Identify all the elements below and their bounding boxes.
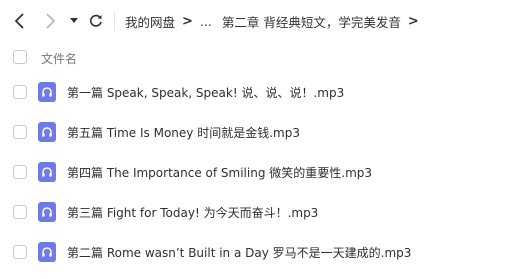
audio-file-icon (38, 242, 56, 262)
breadcrumb-separator: > (407, 13, 419, 29)
breadcrumb-root[interactable]: 我的网盘 (125, 12, 175, 31)
audio-file-icon (38, 202, 56, 222)
row-checkbox[interactable] (13, 85, 27, 99)
toolbar: 我的网盘 > ... 第二章 背经典短文，学完美发音 > (0, 0, 528, 42)
refresh-icon[interactable] (86, 11, 106, 31)
audio-file-icon (38, 82, 56, 102)
file-name[interactable]: 第三篇 Fight for Today! 为今天而奋斗！.mp3 (67, 204, 318, 221)
row-checkbox[interactable] (13, 125, 27, 139)
row-checkbox[interactable] (13, 165, 27, 179)
list-item[interactable]: 第一篇 Speak, Speak, Speak! 说、说、说！.mp3 (0, 72, 528, 112)
row-checkbox[interactable] (13, 205, 27, 219)
list-item[interactable]: 第四篇 The Importance of Smiling 微笑的重要性.mp3 (0, 152, 528, 192)
file-name[interactable]: 第四篇 The Importance of Smiling 微笑的重要性.mp3 (67, 164, 372, 181)
chevron-right-icon[interactable] (40, 11, 60, 31)
audio-file-icon (38, 122, 56, 142)
select-all-checkbox[interactable] (13, 50, 27, 64)
audio-file-icon (38, 162, 56, 182)
file-name[interactable]: 第一篇 Speak, Speak, Speak! 说、说、说！.mp3 (67, 84, 344, 101)
breadcrumb-current[interactable]: 第二章 背经典短文，学完美发音 (222, 12, 401, 31)
list-item[interactable]: 第二篇 Rome wasn’t Built in a Day 罗马不是一天建成的… (0, 232, 528, 272)
file-name[interactable]: 第五篇 Time Is Money 时间就是金钱.mp3 (67, 124, 300, 141)
list-item[interactable]: 第三篇 Fight for Today! 为今天而奋斗！.mp3 (0, 192, 528, 232)
caret-down-icon[interactable] (66, 11, 82, 31)
chevron-left-icon[interactable] (10, 11, 30, 31)
breadcrumb-ellipsis[interactable]: ... (200, 14, 212, 29)
breadcrumb-separator: > (182, 13, 193, 29)
file-name[interactable]: 第二篇 Rome wasn’t Built in a Day 罗马不是一天建成的… (67, 244, 411, 261)
list-item[interactable]: 第五篇 Time Is Money 时间就是金钱.mp3 (0, 112, 528, 152)
column-header-filename[interactable]: 文件名 (41, 50, 77, 67)
toolbar-divider (114, 11, 115, 31)
row-checkbox[interactable] (13, 245, 27, 259)
list-header: 文件名 (0, 42, 528, 72)
breadcrumb: 我的网盘 > ... 第二章 背经典短文，学完美发音 > (125, 10, 426, 32)
